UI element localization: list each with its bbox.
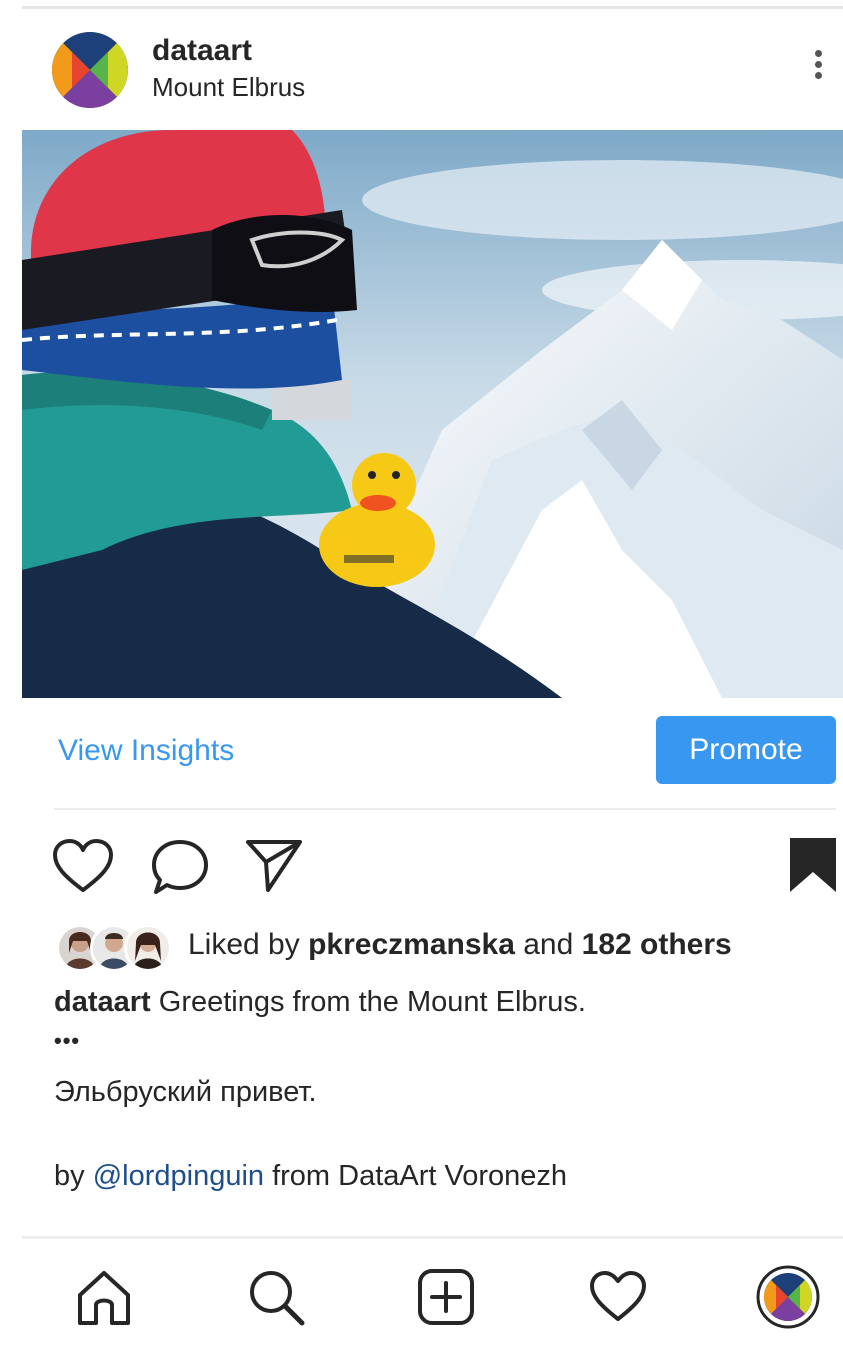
- post-header: dataart Mount Elbrus: [0, 20, 843, 130]
- home-icon[interactable]: [72, 1265, 136, 1329]
- post-username[interactable]: dataart: [152, 34, 252, 68]
- top-divider: [22, 6, 843, 9]
- bottom-nav: [22, 1236, 843, 1351]
- section-divider: [54, 808, 836, 810]
- liker-avatar[interactable]: [124, 924, 172, 972]
- likes-conj: and: [523, 928, 574, 961]
- heart-icon[interactable]: [586, 1265, 650, 1329]
- mention-link[interactable]: @lordpinguin: [93, 1160, 264, 1192]
- view-insights-link[interactable]: View Insights: [58, 734, 234, 768]
- caption-text: Greetings from the Mount Elbrus.: [158, 986, 586, 1018]
- likes-summary[interactable]: Liked by pkreczmanska and 182 others: [188, 928, 732, 962]
- post-location[interactable]: Mount Elbrus: [152, 72, 305, 103]
- likes-prefix: Liked by: [188, 928, 300, 961]
- heart-icon[interactable]: [52, 838, 114, 894]
- promote-button[interactable]: Promote: [656, 716, 836, 784]
- caption-ellipsis: •••: [54, 1028, 81, 1053]
- caption-credit-rest: from DataArt Voronezh: [272, 1160, 568, 1192]
- search-icon[interactable]: [244, 1265, 308, 1329]
- caption-username[interactable]: dataart: [54, 986, 151, 1018]
- likes-others[interactable]: 182 others: [582, 928, 732, 961]
- dataart-logo-icon[interactable]: [52, 32, 128, 108]
- caption-by: by: [54, 1160, 85, 1192]
- caption-line: dataart Greetings from the Mount Elbrus.: [54, 986, 586, 1019]
- caption-line-2: Эльбруский привет.: [54, 1076, 317, 1108]
- paper-plane-icon[interactable]: [244, 836, 304, 894]
- comment-icon[interactable]: [150, 838, 210, 896]
- add-post-icon[interactable]: [414, 1265, 478, 1329]
- post-photo[interactable]: [22, 130, 843, 698]
- more-vertical-icon[interactable]: [806, 46, 830, 94]
- bookmark-icon[interactable]: [788, 836, 838, 894]
- profile-avatar-icon[interactable]: [756, 1265, 820, 1329]
- caption-credit: by @lordpinguin from DataArt Voronezh: [54, 1160, 567, 1193]
- liker-username[interactable]: pkreczmanska: [308, 928, 515, 961]
